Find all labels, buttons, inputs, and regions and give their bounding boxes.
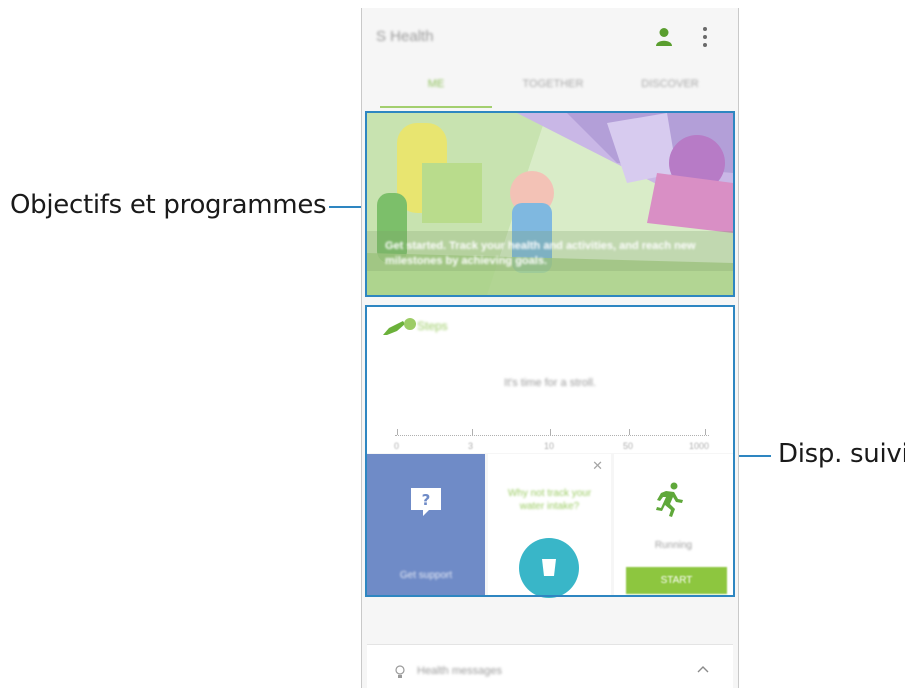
callout-goals-label: Objectifs et programmes xyxy=(10,190,327,220)
lightbulb-icon xyxy=(395,665,405,678)
active-tab-indicator xyxy=(380,106,492,108)
profile-icon[interactable] xyxy=(655,27,673,47)
callout-trackers-line xyxy=(735,455,771,457)
app-bar: S Health xyxy=(362,8,738,68)
app-title: S Health xyxy=(376,28,434,45)
tab-bar: ME TOGETHER DISCOVER xyxy=(362,68,738,108)
trackers-highlight-box xyxy=(365,305,735,597)
tab-me[interactable]: ME xyxy=(380,78,492,90)
more-options-icon[interactable] xyxy=(702,26,708,48)
callout-trackers-label: Disp. suivi xyxy=(778,439,905,469)
tab-discover[interactable]: DISCOVER xyxy=(614,78,726,90)
chevron-up-icon[interactable] xyxy=(697,665,709,673)
health-messages-card[interactable]: Health messages xyxy=(367,644,733,688)
tab-together[interactable]: TOGETHER xyxy=(497,78,609,90)
health-messages-label: Health messages xyxy=(417,665,502,677)
callout-goals-line xyxy=(329,206,365,208)
goals-highlight-box xyxy=(365,111,735,297)
phone-screen: S Health ME TOGETHER DISCOVER Get starte… xyxy=(361,8,739,688)
